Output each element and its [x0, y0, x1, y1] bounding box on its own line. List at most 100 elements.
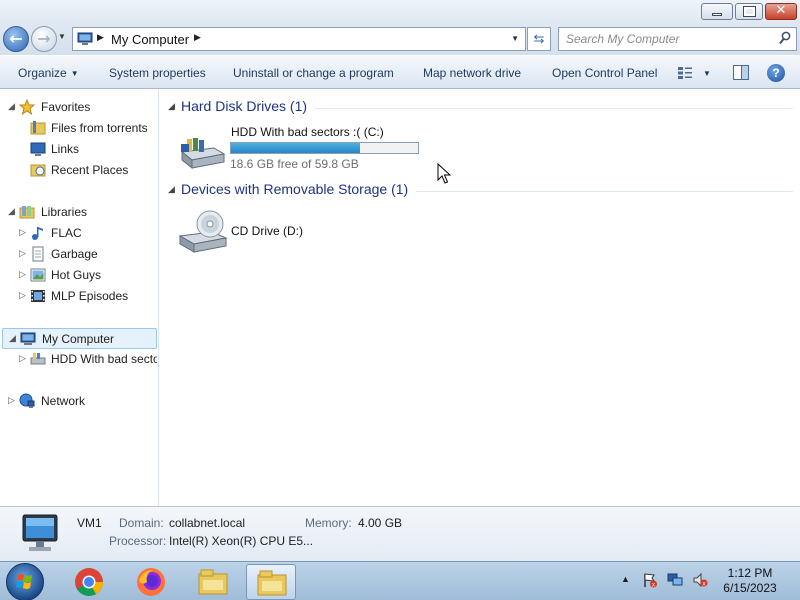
desktop-icon — [30, 142, 46, 156]
domain-value: collabnet.local — [169, 516, 246, 530]
collapsed-arrow-icon[interactable]: ▷ — [19, 248, 26, 259]
collapsed-arrow-icon[interactable]: ▷ — [19, 227, 26, 238]
drive-item-hdd[interactable]: HDD With bad sectors :( (C:) 18.6 GB fre… — [178, 120, 448, 172]
collapsed-arrow-icon[interactable]: ▷ — [19, 269, 26, 280]
organize-label: Organize — [18, 66, 67, 80]
clock-date: 6/15/2023 — [723, 581, 777, 595]
recent-pages-dropdown[interactable]: ▼ — [58, 32, 66, 41]
address-dropdown-icon[interactable]: ▼ — [511, 34, 519, 43]
close-icon: ✕ — [775, 3, 787, 18]
drive-item-cd[interactable]: CD Drive (D:) — [178, 208, 378, 256]
expanded-arrow-icon[interactable]: ◢ — [9, 333, 16, 344]
start-button[interactable] — [6, 563, 44, 600]
map-network-drive-button[interactable]: Map network drive — [423, 66, 521, 80]
pictures-icon — [30, 268, 46, 282]
uninstall-program-button[interactable]: Uninstall or change a program — [233, 66, 394, 80]
command-bar: Organize ▼ System properties Uninstall or… — [0, 55, 800, 89]
videos-icon — [31, 290, 45, 302]
nav-label: Network — [41, 394, 86, 408]
show-hidden-icons-icon[interactable]: ▲ — [621, 574, 630, 584]
expanded-arrow-icon[interactable]: ◢ — [8, 206, 15, 217]
memory-value: 4.00 GB — [358, 516, 403, 530]
back-button[interactable]: ← — [3, 26, 29, 52]
firefox-icon — [137, 568, 165, 596]
nav-label: Libraries — [41, 205, 88, 219]
nav-item-libraries[interactable]: ◢ Libraries — [0, 202, 157, 223]
nav-label: HDD With bad sectors :( (C:) — [51, 352, 157, 366]
collapsed-arrow-icon[interactable]: ▷ — [19, 290, 26, 301]
taskbar-explorer-active[interactable] — [246, 564, 296, 600]
group-title: Devices with Removable Storage (1) — [181, 181, 417, 197]
domain-label: Domain: — [119, 516, 164, 530]
nav-label: MLP Episodes — [51, 289, 129, 303]
navigation-pane: ◢ Favorites Files from torrents Links Re… — [0, 90, 159, 506]
drive-name: CD Drive (D:) — [231, 224, 303, 238]
help-icon[interactable]: ? — [767, 64, 785, 82]
svg-text:x: x — [652, 582, 656, 589]
system-properties-button[interactable]: System properties — [109, 66, 206, 80]
taskbar-chrome[interactable] — [64, 564, 114, 600]
nav-item-garbage[interactable]: ▷ Garbage — [0, 244, 157, 265]
libraries-icon — [19, 206, 35, 219]
taskbar-firefox[interactable] — [126, 564, 176, 600]
address-bar[interactable]: ▶ My Computer ▶ ▼ — [72, 27, 526, 51]
organize-button[interactable]: Organize ▼ — [18, 66, 79, 80]
nav-item-hot-guys[interactable]: ▷ Hot Guys — [0, 265, 157, 286]
computer-icon — [22, 514, 58, 551]
nav-label: Favorites — [41, 100, 91, 114]
nav-item-flac[interactable]: ▷ FLAC — [0, 223, 157, 244]
maximize-button[interactable] — [735, 3, 763, 20]
processor-value: Intel(R) Xeon(R) CPU E5... — [169, 534, 314, 548]
nav-item-network[interactable]: ▷ Network — [0, 391, 157, 412]
breadcrumb-separator-icon[interactable]: ▶ — [97, 32, 104, 43]
folder-icon — [30, 121, 46, 135]
expanded-arrow-icon[interactable]: ◢ — [168, 184, 175, 195]
search-icon[interactable] — [779, 31, 791, 45]
expanded-arrow-icon[interactable]: ◢ — [168, 101, 175, 112]
maximize-icon — [743, 6, 756, 17]
star-icon — [19, 99, 35, 115]
search-input[interactable] — [559, 28, 759, 50]
drive-free-space: 18.6 GB free of 59.8 GB — [230, 157, 359, 171]
minimize-button[interactable] — [701, 3, 733, 20]
preview-pane-icon[interactable] — [733, 65, 749, 80]
clock-time: 1:12 PM — [727, 566, 773, 580]
mouse-cursor-icon — [437, 163, 451, 184]
search-box[interactable] — [558, 27, 797, 51]
breadcrumb-separator-icon[interactable]: ▶ — [194, 32, 201, 43]
group-title: Hard Disk Drives (1) — [181, 98, 316, 114]
chrome-icon — [75, 568, 103, 596]
taskbar-explorer[interactable] — [188, 564, 238, 600]
content-area: ◢ Hard Disk Drives (1) HDD With bad sect… — [160, 90, 800, 506]
drive-usage-bar — [230, 142, 419, 154]
flag-icon[interactable]: x — [642, 572, 658, 588]
nav-item-links[interactable]: Links — [0, 139, 157, 160]
group-header-hard-disk-drives[interactable]: ◢ Hard Disk Drives (1) — [168, 98, 793, 118]
folder-icon — [198, 569, 228, 595]
nav-item-favorites[interactable]: ◢ Favorites — [0, 97, 157, 118]
nav-label: My Computer — [42, 332, 115, 346]
change-view-icon[interactable] — [677, 66, 693, 80]
nav-item-hdd[interactable]: ▷ HDD With bad sectors :( (C:) — [0, 349, 157, 370]
nav-item-my-computer[interactable]: ◢ My Computer — [2, 328, 157, 349]
collapsed-arrow-icon[interactable]: ▷ — [19, 353, 26, 364]
group-header-removable-storage[interactable]: ◢ Devices with Removable Storage (1) — [168, 181, 793, 201]
recent-places-icon — [30, 164, 46, 177]
view-options-dropdown-icon[interactable]: ▼ — [703, 69, 711, 78]
nav-item-mlp-episodes[interactable]: ▷ MLP Episodes — [0, 286, 157, 307]
nav-label: Garbage — [51, 247, 98, 261]
system-clock[interactable]: 1:12 PM 6/15/2023 — [718, 566, 782, 596]
nav-item-recent-places[interactable]: Recent Places — [0, 160, 157, 181]
network-status-icon[interactable] — [667, 572, 683, 588]
expanded-arrow-icon[interactable]: ◢ — [8, 101, 15, 112]
refresh-button[interactable]: ⇆ — [527, 27, 551, 51]
collapsed-arrow-icon[interactable]: ▷ — [8, 395, 15, 406]
document-icon — [32, 246, 44, 262]
windows-logo-icon — [16, 574, 32, 589]
breadcrumb-my-computer[interactable]: My Computer — [111, 32, 189, 47]
open-control-panel-button[interactable]: Open Control Panel — [552, 66, 657, 80]
nav-item-files-from-torrents[interactable]: Files from torrents — [0, 118, 157, 139]
volume-muted-icon[interactable]: x — [692, 572, 708, 588]
close-button[interactable]: ✕ — [765, 3, 797, 20]
forward-button[interactable]: → — [31, 26, 57, 52]
